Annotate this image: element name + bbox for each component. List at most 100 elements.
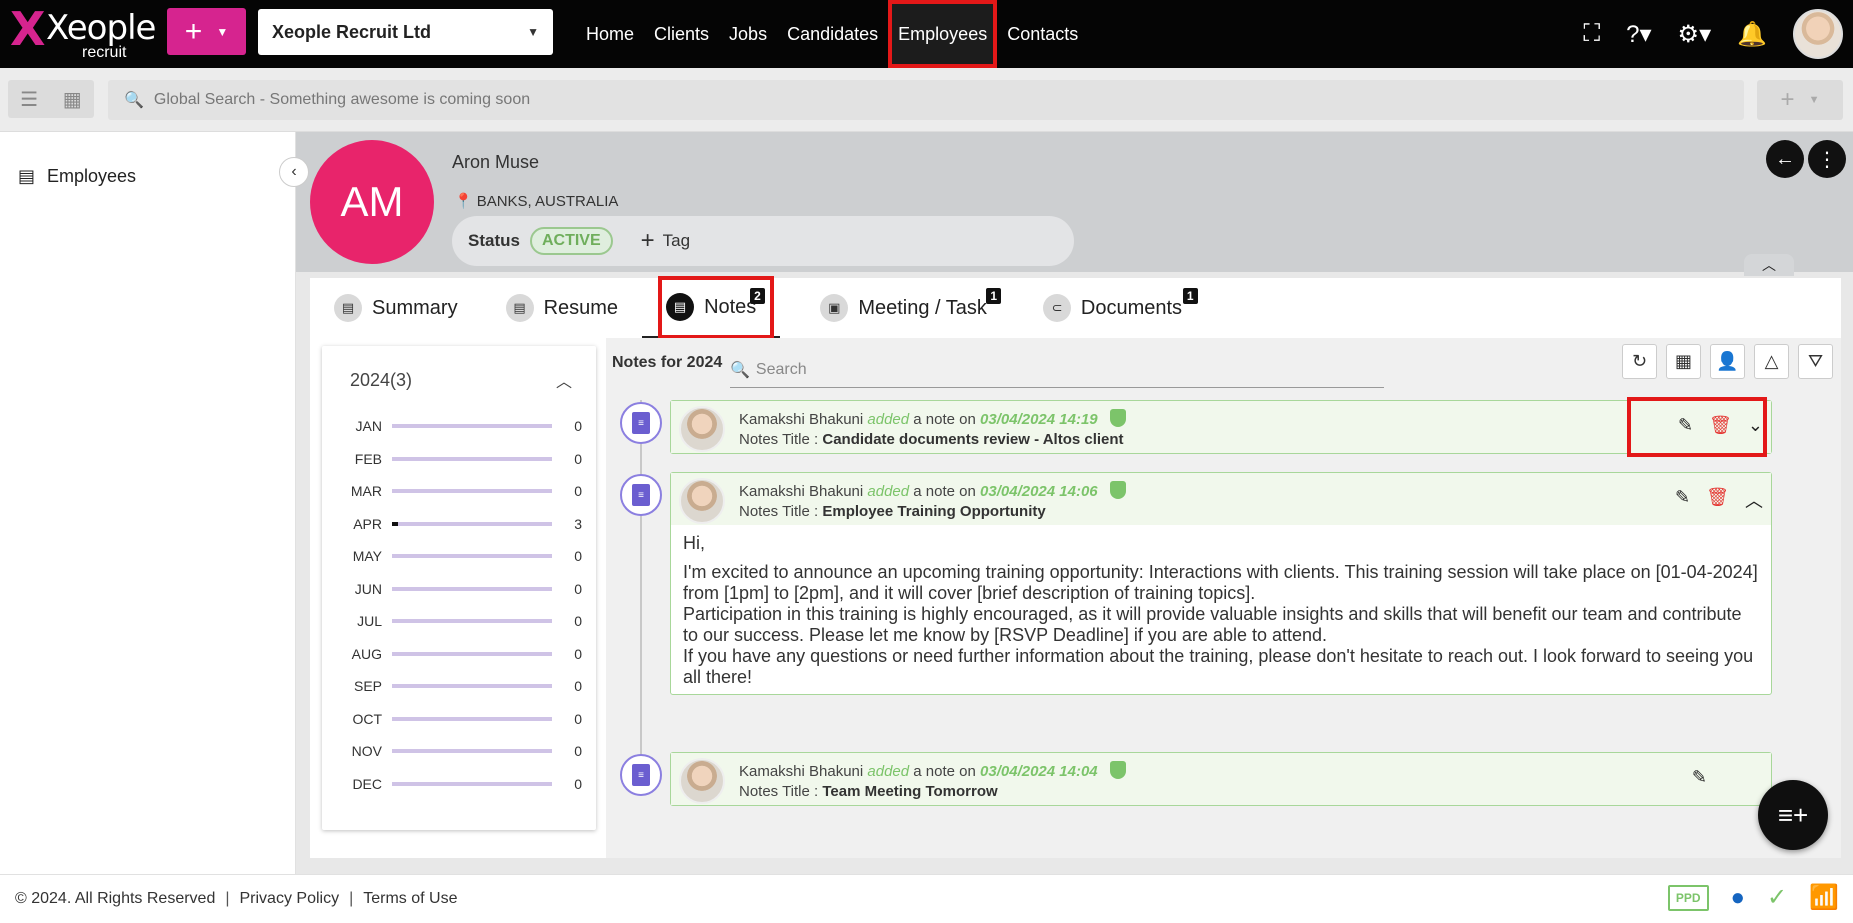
month-count: 0 xyxy=(574,613,582,629)
shield-icon xyxy=(1109,761,1126,779)
global-search-input[interactable]: 🔍 Global Search - Something awesome is c… xyxy=(108,80,1744,120)
nav-home[interactable]: Home xyxy=(576,0,644,68)
month-count: 0 xyxy=(574,678,582,694)
user-avatar[interactable] xyxy=(1793,9,1843,59)
back-arrow-button[interactable]: ← xyxy=(1766,140,1804,178)
edit-pencil-icon[interactable]: ✎ xyxy=(1675,487,1690,513)
grid-view-icon[interactable]: ▦ xyxy=(63,87,82,112)
note-card[interactable]: Kamakshi Bhakuni added a note on 03/04/2… xyxy=(670,472,1772,695)
note-card[interactable]: Kamakshi Bhakuni added a note on 03/04/2… xyxy=(670,752,1772,806)
settings-icon[interactable]: ⚙▾ xyxy=(1678,20,1712,49)
note-author: Kamakshi Bhakuni xyxy=(739,411,864,428)
summary-icon: ▤ xyxy=(334,294,362,322)
add-note-fab[interactable]: ≡+ xyxy=(1758,780,1828,850)
resume-icon: ▤ xyxy=(505,294,534,322)
month-count: 0 xyxy=(574,483,582,499)
collapse-header-button[interactable]: ︿ xyxy=(1744,254,1794,276)
arrow-left-icon: ← xyxy=(1775,147,1795,170)
ppd-badge[interactable]: PPD xyxy=(1667,884,1709,911)
refresh-button[interactable]: ↻ xyxy=(1622,344,1657,379)
company-select[interactable]: Xeople Recruit Ltd ▼ xyxy=(258,9,553,55)
edit-pencil-icon[interactable]: ✎ xyxy=(1692,767,1707,788)
employees-icon: ▤ xyxy=(18,166,36,186)
tab-documents[interactable]: ⊂ Documents 1 xyxy=(1019,278,1206,338)
status-badge[interactable]: ACTIVE xyxy=(529,227,613,255)
calendar-icon: ▣ xyxy=(820,294,849,322)
wifi-icon[interactable]: 📶 xyxy=(1809,883,1839,912)
month-row[interactable]: APR 3 xyxy=(342,516,582,532)
add-button[interactable]: + ▼ xyxy=(1757,80,1843,120)
note-title: Candidate documents review - Altos clien… xyxy=(822,431,1124,448)
month-label: SEP xyxy=(353,678,382,694)
note-header: Kamakshi Bhakuni added a note on 03/04/2… xyxy=(671,473,1771,525)
note-type-icon: ≡ xyxy=(620,754,662,796)
nav-candidates[interactable]: Candidates xyxy=(777,0,888,68)
tab-notes[interactable]: ▤ Notes 2 xyxy=(642,276,781,339)
filter-button[interactable]: ⛛ xyxy=(1798,344,1833,379)
note-card[interactable]: Kamakshi Bhakuni added a note on 03/04/2… xyxy=(670,397,1772,457)
tab-summary[interactable]: ▤ Summary xyxy=(310,278,482,338)
funnel-icon: ⛛ xyxy=(1807,351,1824,371)
terms-link[interactable]: Terms of Use xyxy=(363,890,457,908)
bell-icon[interactable]: 🔔 xyxy=(1737,20,1767,49)
account-circle-icon[interactable]: ● xyxy=(1731,884,1746,912)
month-row[interactable]: JUN 0 xyxy=(342,581,582,597)
year-month-panel: 2024(3) ︿ JAN 0 FEB 0 MAR 0 APR 3 MAY 0 JUN 0 JUL 0 AU… xyxy=(322,346,596,830)
month-bar xyxy=(392,424,552,428)
search-bar-row: ☰ ▦ 🔍 Global Search - Something awesome … xyxy=(0,68,1853,132)
category-filter-button[interactable]: △ xyxy=(1754,344,1789,379)
month-row[interactable]: AUG 0 xyxy=(342,646,582,662)
list-view-icon[interactable]: ☰ xyxy=(20,87,38,112)
note-date: 03/04/2024 14:19 xyxy=(980,411,1098,428)
note-date: 03/04/2024 14:06 xyxy=(980,483,1098,500)
year-heading[interactable]: 2024(3) xyxy=(350,370,412,391)
month-row[interactable]: MAY 0 xyxy=(342,548,582,564)
footer: © 2024. All Rights Reserved | Privacy Po… xyxy=(0,874,1853,923)
month-row[interactable]: OCT 0 xyxy=(342,711,582,727)
top-navbar: X Xeople recruit + ▼ Xeople Recruit Ltd ▼ … xyxy=(0,0,1853,68)
month-row[interactable]: SEP 0 xyxy=(342,678,582,694)
month-row[interactable]: MAR 0 xyxy=(342,483,582,499)
tab-meeting-task[interactable]: ▣ Meeting / Task 1 xyxy=(796,278,1011,338)
user-filter-button[interactable]: 👤 xyxy=(1710,344,1745,379)
nav-contacts[interactable]: Contacts xyxy=(997,0,1088,68)
fullscreen-icon[interactable]: ⛶ xyxy=(1583,20,1600,48)
nav-jobs[interactable]: Jobs xyxy=(719,0,777,68)
add-tag-button[interactable]: + Tag xyxy=(641,227,690,255)
calendar-filter-button[interactable]: ▦ xyxy=(1666,344,1701,379)
sidebar-collapse-button[interactable]: ‹ xyxy=(279,157,309,187)
month-label: NOV xyxy=(351,743,382,759)
month-label: JUN xyxy=(354,580,382,597)
month-bar xyxy=(392,781,552,786)
delete-trash-icon[interactable]: 🗑 xyxy=(1706,487,1729,513)
sidebar-item-employees[interactable]: ▤ Employees xyxy=(18,166,136,187)
more-options-button[interactable]: ⋮ xyxy=(1808,140,1846,178)
month-count: 0 xyxy=(574,548,582,564)
chevron-up-icon[interactable]: ︿ xyxy=(556,368,572,392)
help-icon[interactable]: ?▾ xyxy=(1626,20,1651,49)
nav-employees[interactable]: Employees xyxy=(888,0,998,68)
copyright-text: © 2024. All Rights Reserved xyxy=(15,890,216,907)
month-row[interactable]: NOV 0 xyxy=(342,743,582,759)
quick-add-button[interactable]: + ▼ xyxy=(167,8,246,55)
notes-search-input[interactable]: 🔍 Search xyxy=(730,352,1384,388)
note-header: Kamakshi Bhakuni added a note on 03/04/2… xyxy=(671,753,1771,805)
xeople-logo[interactable]: X Xeople recruit xyxy=(6,0,156,66)
month-row[interactable]: JAN 0 xyxy=(342,418,582,434)
search-icon: 🔍 xyxy=(124,92,144,109)
notes-list-area: Notes for 2024 🔍 Search ↻ ▦ 👤 △ ⛛ ≡ Kama… xyxy=(606,338,1841,858)
month-row[interactable]: DEC 0 xyxy=(342,776,582,792)
chevron-up-icon[interactable]: ︿ xyxy=(1745,487,1763,513)
main-content: AM Aron Muse 📍 BANKS, AUSTRALIA Status A… xyxy=(296,132,1853,874)
nav-clients[interactable]: Clients xyxy=(644,0,719,68)
month-row[interactable]: JUL 0 xyxy=(342,613,582,629)
author-avatar xyxy=(679,406,725,452)
note-actions: ✎ 🗑 ︿ xyxy=(1675,487,1763,513)
month-label: MAR xyxy=(350,483,382,499)
month-bar xyxy=(392,619,552,623)
check-circle-icon[interactable]: ✓ xyxy=(1767,883,1787,912)
plus-icon: + xyxy=(184,14,203,48)
privacy-policy-link[interactable]: Privacy Policy xyxy=(240,890,340,908)
month-row[interactable]: FEB 0 xyxy=(342,451,582,467)
tab-resume[interactable]: ▤ Resume xyxy=(482,278,642,338)
